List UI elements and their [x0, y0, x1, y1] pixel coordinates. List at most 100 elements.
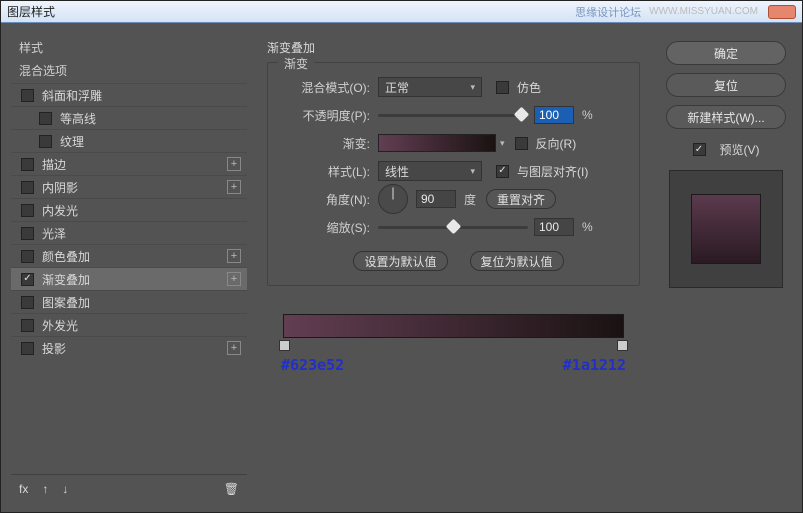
style-label: 描边	[42, 156, 227, 173]
degree-label: 度	[464, 191, 476, 208]
style-item-6[interactable]: 光泽	[11, 221, 247, 244]
styles-sidebar: 样式 混合选项 斜面和浮雕等高线纹理描边+内阴影+内发光光泽颜色叠加+渐变叠加+…	[11, 33, 247, 502]
cancel-button[interactable]: 复位	[666, 73, 786, 97]
percent-label: %	[582, 108, 593, 122]
style-item-0[interactable]: 斜面和浮雕	[11, 83, 247, 106]
style-label: 内发光	[42, 202, 241, 219]
style-label: 渐变叠加	[42, 271, 227, 288]
opacity-label: 不透明度(P):	[282, 107, 378, 124]
window-title: 图层样式	[7, 3, 55, 20]
style-label: 图案叠加	[42, 294, 241, 311]
right-panel: 确定 复位 新建样式(W)... 预览(V)	[660, 33, 792, 502]
fieldset-legend: 渐变	[278, 55, 314, 72]
chevron-down-icon[interactable]: ▾	[500, 138, 505, 149]
style-item-2[interactable]: 纹理	[11, 129, 247, 152]
hex-right: #1a1212	[563, 356, 626, 374]
add-effect-icon[interactable]: +	[227, 157, 241, 171]
gradient-bar[interactable]	[283, 314, 624, 338]
dither-checkbox[interactable]	[496, 81, 509, 94]
style-label: 颜色叠加	[42, 248, 227, 265]
preview-swatch	[691, 194, 761, 264]
angle-label: 角度(N):	[282, 191, 378, 208]
add-effect-icon[interactable]: +	[227, 249, 241, 263]
set-default-button[interactable]: 设置为默认值	[353, 251, 447, 271]
move-up-icon[interactable]: ↑	[42, 482, 48, 496]
gradient-overlay-panel: 渐变叠加 渐变 混合模式(O): 正常▾ 仿色 不透明度(P): 100 %	[259, 33, 648, 502]
style-checkbox[interactable]	[21, 319, 34, 332]
style-label: 光泽	[42, 225, 241, 242]
style-item-5[interactable]: 内发光	[11, 198, 247, 221]
blend-mode-label: 混合模式(O):	[282, 79, 378, 96]
preview-checkbox[interactable]	[693, 143, 706, 156]
style-checkbox[interactable]	[21, 296, 34, 309]
trash-icon[interactable]: 🗑	[224, 482, 239, 496]
blend-options-heading[interactable]: 混合选项	[11, 58, 247, 83]
style-checkbox[interactable]	[21, 158, 34, 171]
new-style-button[interactable]: 新建样式(W)...	[666, 105, 786, 129]
style-checkbox[interactable]	[21, 181, 34, 194]
sidebar-footer: fx ↑ ↓ 🗑	[11, 474, 247, 502]
blend-mode-select[interactable]: 正常▾	[378, 77, 482, 97]
style-checkbox[interactable]	[21, 250, 34, 263]
percent-label: %	[582, 220, 593, 234]
panel-title: 渐变叠加	[267, 39, 640, 56]
style-label: 投影	[42, 340, 227, 357]
style-checkbox[interactable]	[21, 342, 34, 355]
style-item-4[interactable]: 内阴影+	[11, 175, 247, 198]
style-checkbox[interactable]	[21, 204, 34, 217]
angle-dial[interactable]	[378, 184, 408, 214]
style-checkbox[interactable]	[39, 112, 52, 125]
gradient-editor[interactable]	[283, 314, 624, 338]
style-checkbox[interactable]	[39, 135, 52, 148]
reset-align-button[interactable]: 重置对齐	[486, 189, 556, 209]
style-item-1[interactable]: 等高线	[11, 106, 247, 129]
chevron-down-icon: ▾	[470, 166, 475, 177]
ok-button[interactable]: 确定	[666, 41, 786, 65]
style-label: 样式(L):	[282, 163, 378, 180]
styles-heading[interactable]: 样式	[11, 33, 247, 58]
dither-label: 仿色	[517, 79, 541, 96]
reset-default-button[interactable]: 复位为默认值	[470, 251, 564, 271]
style-item-3[interactable]: 描边+	[11, 152, 247, 175]
scale-label: 缩放(S):	[282, 219, 378, 236]
style-item-7[interactable]: 颜色叠加+	[11, 244, 247, 267]
style-select[interactable]: 线性▾	[378, 161, 482, 181]
fx-icon[interactable]: fx	[19, 482, 28, 496]
titlebar[interactable]: 图层样式 思缘设计论坛 WWW.MISSYUAN.COM	[1, 1, 802, 23]
hex-left: #623e52	[281, 356, 344, 374]
scale-slider[interactable]	[378, 218, 528, 236]
chevron-down-icon: ▾	[470, 82, 475, 93]
style-item-10[interactable]: 外发光	[11, 313, 247, 336]
close-icon[interactable]	[768, 5, 796, 19]
scale-input[interactable]: 100	[534, 218, 574, 236]
reverse-label: 反向(R)	[536, 135, 577, 152]
add-effect-icon[interactable]: +	[227, 272, 241, 286]
style-label: 斜面和浮雕	[42, 87, 241, 104]
gradient-picker[interactable]	[378, 134, 496, 152]
add-effect-icon[interactable]: +	[227, 180, 241, 194]
style-item-9[interactable]: 图案叠加	[11, 290, 247, 313]
forum-text: 思缘设计论坛	[575, 4, 641, 20]
style-label: 等高线	[60, 110, 241, 127]
style-label: 外发光	[42, 317, 241, 334]
preview-box	[669, 170, 783, 288]
style-checkbox[interactable]	[21, 227, 34, 240]
opacity-slider[interactable]	[378, 106, 528, 124]
align-checkbox[interactable]	[496, 165, 509, 178]
url-text: WWW.MISSYUAN.COM	[649, 6, 758, 17]
move-down-icon[interactable]: ↓	[62, 482, 68, 496]
style-item-11[interactable]: 投影+	[11, 336, 247, 359]
align-label: 与图层对齐(I)	[517, 163, 588, 180]
layer-style-dialog: 图层样式 思缘设计论坛 WWW.MISSYUAN.COM 样式 混合选项 斜面和…	[0, 0, 803, 513]
style-checkbox[interactable]	[21, 89, 34, 102]
gradient-stop-left[interactable]	[279, 340, 290, 351]
angle-input[interactable]: 90	[416, 190, 456, 208]
preview-label: 预览(V)	[720, 141, 760, 158]
reverse-checkbox[interactable]	[515, 137, 528, 150]
style-item-8[interactable]: 渐变叠加+	[11, 267, 247, 290]
gradient-stop-right[interactable]	[617, 340, 628, 351]
gradient-label: 渐变:	[282, 135, 378, 152]
opacity-input[interactable]: 100	[534, 106, 574, 124]
add-effect-icon[interactable]: +	[227, 341, 241, 355]
style-checkbox[interactable]	[21, 273, 34, 286]
